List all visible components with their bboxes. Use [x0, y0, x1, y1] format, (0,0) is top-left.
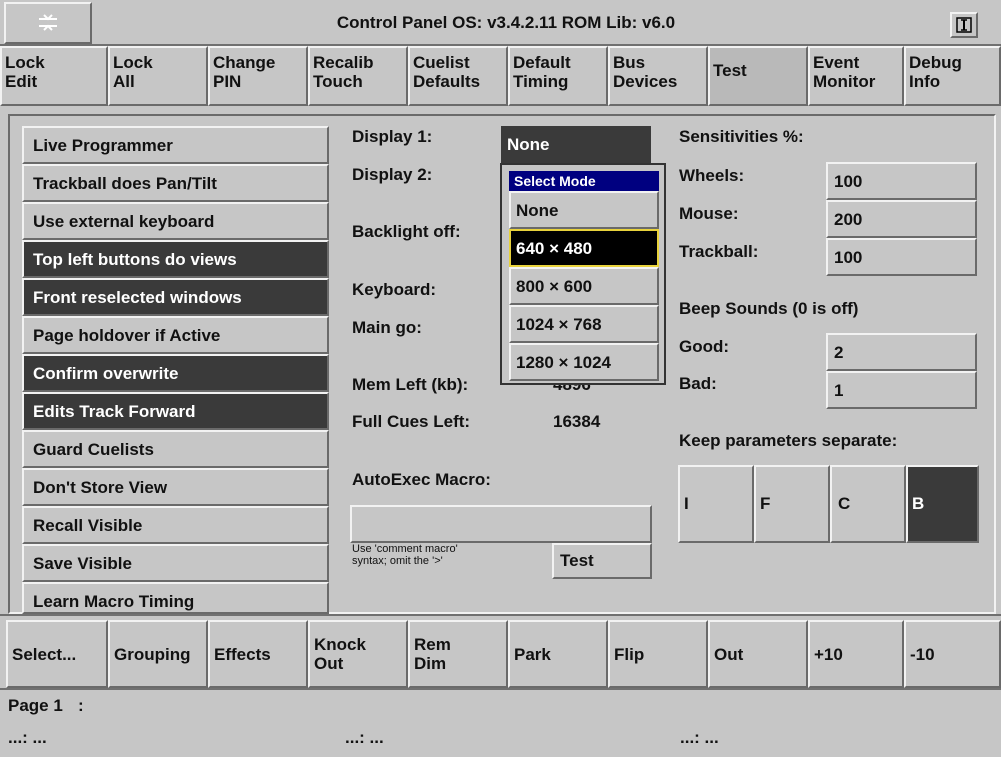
keyboard-label: Keyboard: [352, 280, 437, 299]
backlight-label: Backlight off: [352, 222, 461, 241]
effects-button[interactable]: Effects [208, 620, 308, 688]
mode-option-800x600[interactable]: 800 × 600 [509, 267, 659, 305]
window-icon [956, 17, 972, 33]
mem-left-label: Mem Left (kb): [352, 375, 469, 394]
mouse-field[interactable]: 200 [826, 200, 977, 238]
bad-label: Bad: [679, 374, 717, 393]
autoexec-hint: Use 'comment macro' syntax; omit the '>' [352, 543, 458, 567]
resize-icon [39, 14, 57, 31]
tab-lock-edit[interactable]: Lock Edit [0, 46, 108, 106]
option-trackball-pan-tilt[interactable]: Trackball does Pan/Tilt [22, 164, 329, 202]
display2-label: Display 2: [352, 165, 433, 184]
rem-dim-button[interactable]: Rem Dim [408, 620, 508, 688]
page-separator: : [78, 696, 84, 715]
mode-option-none[interactable]: None [509, 191, 659, 229]
params-heading: Keep parameters separate: [679, 431, 898, 450]
tab-lock-all[interactable]: Lock All [108, 46, 208, 106]
option-live-programmer[interactable]: Live Programmer [22, 126, 329, 164]
option-top-left-views[interactable]: Top left buttons do views [22, 240, 329, 278]
param-c-button[interactable]: C [830, 465, 906, 543]
full-cues-label: Full Cues Left: [352, 412, 471, 431]
option-save-visible[interactable]: Save Visible [22, 544, 329, 582]
window-title: Control Panel OS: v3.4.2.11 ROM Lib: v6.… [336, 13, 676, 32]
tab-recalib-touch[interactable]: Recalib Touch [308, 46, 408, 106]
display1-label: Display 1: [352, 127, 433, 146]
window-button[interactable] [950, 12, 978, 38]
option-edits-track-forward[interactable]: Edits Track Forward [22, 392, 329, 430]
mode-option-1280x1024[interactable]: 1280 × 1024 [509, 343, 659, 381]
option-front-reselected[interactable]: Front reselected windows [22, 278, 329, 316]
option-page-holdover[interactable]: Page holdover if Active [22, 316, 329, 354]
tab-cuelist-defaults[interactable]: Cuelist Defaults [408, 46, 508, 106]
resize-button[interactable] [4, 2, 92, 44]
minus-10-button[interactable]: -10 [904, 620, 1001, 688]
param-f-button[interactable]: F [754, 465, 830, 543]
plus-10-button[interactable]: +10 [808, 620, 904, 688]
select-button[interactable]: Select... [6, 620, 108, 688]
test-macro-button[interactable]: Test [552, 543, 652, 579]
wheels-label: Wheels: [679, 166, 745, 185]
status-slot-3: ...: ... [680, 728, 719, 747]
tab-bus-devices[interactable]: Bus Devices [608, 46, 708, 106]
trackball-field[interactable]: 100 [826, 238, 977, 276]
knock-out-button[interactable]: Knock Out [308, 620, 408, 688]
option-guard-cuelists[interactable]: Guard Cuelists [22, 430, 329, 468]
good-label: Good: [679, 337, 730, 356]
beep-heading: Beep Sounds (0 is off) [679, 299, 859, 318]
status-slot-1: ...: ... [8, 728, 47, 747]
page-label: Page 1 [8, 696, 63, 715]
park-button[interactable]: Park [508, 620, 608, 688]
tab-debug-info[interactable]: Debug Info [904, 46, 1001, 106]
status-bar: Page 1 : ...: ... ...: ... ...: ... [0, 688, 1001, 757]
hint-line-1: Use 'comment macro' [352, 543, 458, 555]
select-mode-popup: Select Mode None 640 × 480 800 × 600 102… [500, 163, 666, 385]
flip-button[interactable]: Flip [608, 620, 708, 688]
trackball-label: Trackball: [679, 242, 759, 261]
option-external-keyboard[interactable]: Use external keyboard [22, 202, 329, 240]
full-cues-value: 16384 [553, 412, 601, 431]
mouse-label: Mouse: [679, 204, 739, 223]
bad-beep-field[interactable]: 1 [826, 371, 977, 409]
tab-change-pin[interactable]: Change PIN [208, 46, 308, 106]
popup-title: Select Mode [509, 171, 659, 191]
tab-event-monitor[interactable]: Event Monitor [808, 46, 904, 106]
sensitivities-heading: Sensitivities %: [679, 127, 804, 146]
param-i-button[interactable]: I [678, 465, 754, 543]
tab-default-timing[interactable]: Default Timing [508, 46, 608, 106]
wheels-field[interactable]: 100 [826, 162, 977, 200]
main-go-label: Main go: [352, 318, 422, 337]
title-bar: Control Panel OS: v3.4.2.11 ROM Lib: v6.… [0, 0, 1001, 46]
option-learn-macro-timing[interactable]: Learn Macro Timing [22, 582, 329, 614]
good-beep-field[interactable]: 2 [826, 333, 977, 371]
tab-test[interactable]: Test [708, 46, 808, 106]
autoexec-input[interactable] [350, 505, 652, 543]
out-button[interactable]: Out [708, 620, 808, 688]
option-dont-store-view[interactable]: Don't Store View [22, 468, 329, 506]
param-b-button[interactable]: B [906, 465, 979, 543]
mode-option-1024x768[interactable]: 1024 × 768 [509, 305, 659, 343]
status-slot-2: ...: ... [345, 728, 384, 747]
hint-line-2: syntax; omit the '>' [352, 555, 443, 567]
option-confirm-overwrite[interactable]: Confirm overwrite [22, 354, 329, 392]
display1-select[interactable]: None [501, 126, 651, 163]
option-recall-visible[interactable]: Recall Visible [22, 506, 329, 544]
mode-option-640x480[interactable]: 640 × 480 [509, 229, 659, 267]
grouping-button[interactable]: Grouping [108, 620, 208, 688]
autoexec-label: AutoExec Macro: [352, 470, 491, 489]
